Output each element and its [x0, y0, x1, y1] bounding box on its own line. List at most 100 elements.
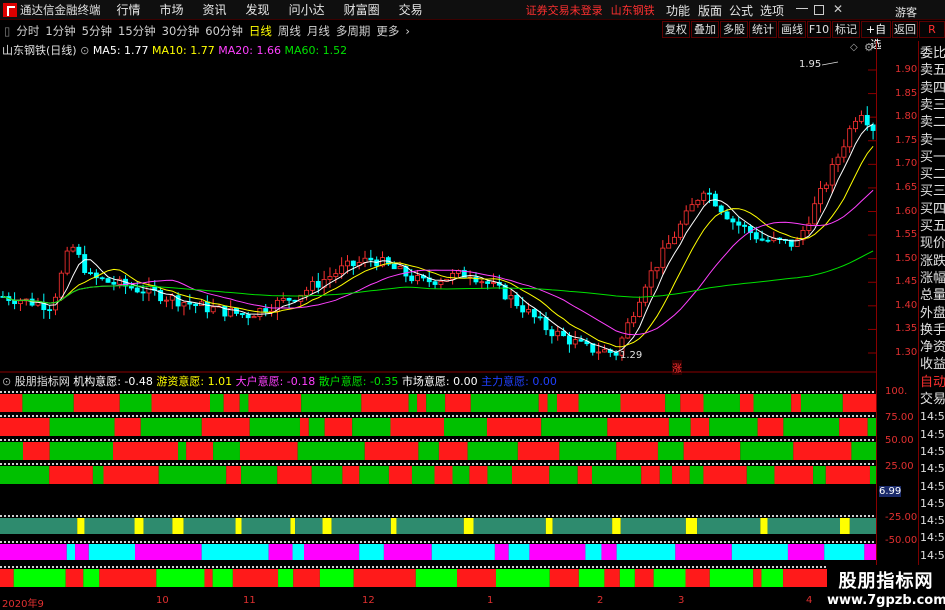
candle-body: [362, 257, 368, 263]
menu-ask[interactable]: 问小达: [289, 1, 325, 18]
dot: [356, 463, 358, 465]
bar-segment: [293, 569, 320, 587]
dot: [36, 415, 38, 417]
overlay-button[interactable]: 叠加: [691, 21, 719, 38]
dot: [616, 463, 618, 465]
bar-segment: [268, 544, 293, 560]
dot: [496, 439, 498, 441]
dot: [152, 439, 154, 441]
menu-formula[interactable]: 公式: [729, 2, 753, 19]
bar-segment: [140, 418, 202, 436]
dot: [56, 463, 58, 465]
toggle-panel-icon[interactable]: ▯: [4, 24, 10, 38]
dot: [676, 463, 678, 465]
dot: [184, 415, 186, 417]
tf-multi[interactable]: 多周期: [336, 23, 371, 39]
dot: [396, 566, 398, 568]
r-toggle-button[interactable]: R: [919, 21, 945, 38]
menu-trade[interactable]: 交易: [399, 1, 423, 18]
add-watchlist-button[interactable]: +自选: [861, 21, 891, 51]
dot: [752, 541, 754, 543]
indicator-bars[interactable]: [0, 388, 876, 594]
dot: [276, 515, 278, 517]
dot: [268, 515, 270, 517]
dot: [544, 439, 546, 441]
menu-discover[interactable]: 发现: [246, 1, 270, 18]
tf-15min[interactable]: 15分钟: [118, 23, 156, 39]
tf-5min[interactable]: 5分钟: [82, 23, 112, 39]
candle-body: [350, 260, 356, 267]
price-chart[interactable]: [0, 40, 876, 373]
statistics-button[interactable]: 统计: [749, 21, 777, 38]
tf-monthly[interactable]: 月线: [307, 23, 330, 39]
gear-icon[interactable]: ⚙: [864, 41, 874, 54]
dot: [852, 439, 854, 441]
tf-minute[interactable]: 分时: [16, 23, 39, 39]
dot: [500, 415, 502, 417]
back-button[interactable]: 返回: [892, 21, 918, 38]
dot: [496, 463, 498, 465]
dot: [480, 541, 482, 543]
chevron-right-icon[interactable]: ›: [405, 24, 410, 38]
menu-market[interactable]: 市场: [160, 1, 184, 18]
dot: [156, 541, 158, 543]
menu-news[interactable]: 资讯: [203, 1, 227, 18]
menu-options[interactable]: 选项: [760, 2, 784, 19]
stock-link[interactable]: 山东钢铁: [611, 2, 655, 18]
dot: [144, 415, 146, 417]
trade-login-warning[interactable]: 证券交易未登录: [526, 2, 603, 18]
mark-button[interactable]: 标记: [832, 21, 860, 38]
dot: [312, 415, 314, 417]
menu-layout[interactable]: 版面: [698, 2, 722, 19]
candle-body: [718, 205, 724, 213]
dot: [380, 541, 382, 543]
candle-body: [847, 128, 853, 148]
restore-rights-button[interactable]: 复权: [662, 21, 690, 38]
dot: [488, 515, 490, 517]
dot: [636, 415, 638, 417]
tf-60min[interactable]: 60分钟: [205, 23, 243, 39]
dot: [100, 463, 102, 465]
dot: [300, 566, 302, 568]
bar-segment: [753, 394, 792, 412]
tf-30min[interactable]: 30分钟: [162, 23, 200, 39]
draw-line-button[interactable]: 画线: [778, 21, 806, 38]
dot: [248, 541, 250, 543]
dot: [348, 515, 350, 517]
dropdown-circle-icon[interactable]: ⊙: [80, 44, 89, 57]
ma60-label: MA60: 1.52: [284, 44, 348, 57]
bar-segment: [103, 466, 159, 484]
tf-weekly[interactable]: 周线: [278, 23, 301, 39]
dot: [444, 566, 446, 568]
side-item[interactable]: 14:55: [920, 545, 945, 567]
dot: [176, 541, 178, 543]
minimize-icon[interactable]: [796, 8, 808, 9]
menu-function[interactable]: 功能: [666, 2, 690, 19]
dot: [620, 463, 622, 465]
close-icon[interactable]: ✕: [833, 2, 845, 16]
dot: [644, 391, 646, 393]
dot: [404, 439, 406, 441]
menu-wealth[interactable]: 财富圈: [344, 1, 380, 18]
diamond-icon[interactable]: ◇: [850, 42, 858, 53]
tf-daily[interactable]: 日线: [249, 23, 272, 39]
dot: [112, 439, 114, 441]
multi-stock-button[interactable]: 多股: [720, 21, 748, 38]
dot: [172, 391, 174, 393]
dot: [332, 391, 334, 393]
dot: [240, 391, 242, 393]
tf-more[interactable]: 更多: [376, 23, 399, 39]
dot: [88, 566, 90, 568]
menu-quotes[interactable]: 行情: [117, 1, 141, 18]
dot: [76, 439, 78, 441]
f10-button[interactable]: F10: [807, 21, 831, 38]
price-tick: 1.40: [895, 299, 918, 311]
tf-1min[interactable]: 1分钟: [45, 23, 75, 39]
dot: [320, 391, 322, 393]
indicator-dropdown-icon[interactable]: ⊙: [2, 375, 11, 388]
maximize-icon[interactable]: [814, 5, 824, 15]
guest-login[interactable]: 游客: [895, 4, 917, 20]
dot: [396, 463, 398, 465]
dot: [648, 415, 650, 417]
dot: [856, 391, 858, 393]
